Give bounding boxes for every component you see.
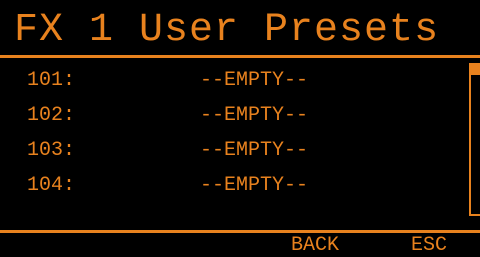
preset-number: 104: bbox=[27, 174, 76, 197]
preset-number: 102: bbox=[27, 104, 76, 127]
preset-name: --EMPTY-- bbox=[200, 69, 309, 92]
preset-row-103[interactable]: 103: --EMPTY-- bbox=[27, 136, 447, 166]
preset-name: --EMPTY-- bbox=[200, 174, 309, 197]
back-button[interactable]: BACK bbox=[291, 234, 339, 257]
preset-row-101[interactable]: 101: --EMPTY-- bbox=[27, 66, 447, 96]
title-divider bbox=[0, 55, 480, 58]
preset-number: 101: bbox=[27, 69, 76, 92]
esc-button[interactable]: ESC bbox=[411, 234, 447, 257]
preset-name: --EMPTY-- bbox=[200, 139, 309, 162]
scrollbar-thumb[interactable] bbox=[471, 65, 480, 75]
preset-row-102[interactable]: 102: --EMPTY-- bbox=[27, 101, 447, 131]
preset-number: 103: bbox=[27, 139, 76, 162]
preset-name: --EMPTY-- bbox=[200, 104, 309, 127]
scrollbar[interactable] bbox=[469, 63, 480, 216]
footer-divider bbox=[0, 230, 480, 233]
page-title: FX 1 User Presets bbox=[14, 8, 440, 53]
preset-row-104[interactable]: 104: --EMPTY-- bbox=[27, 171, 447, 201]
fx-user-presets-screen: FX 1 User Presets 101: --EMPTY-- 102: --… bbox=[0, 0, 480, 257]
